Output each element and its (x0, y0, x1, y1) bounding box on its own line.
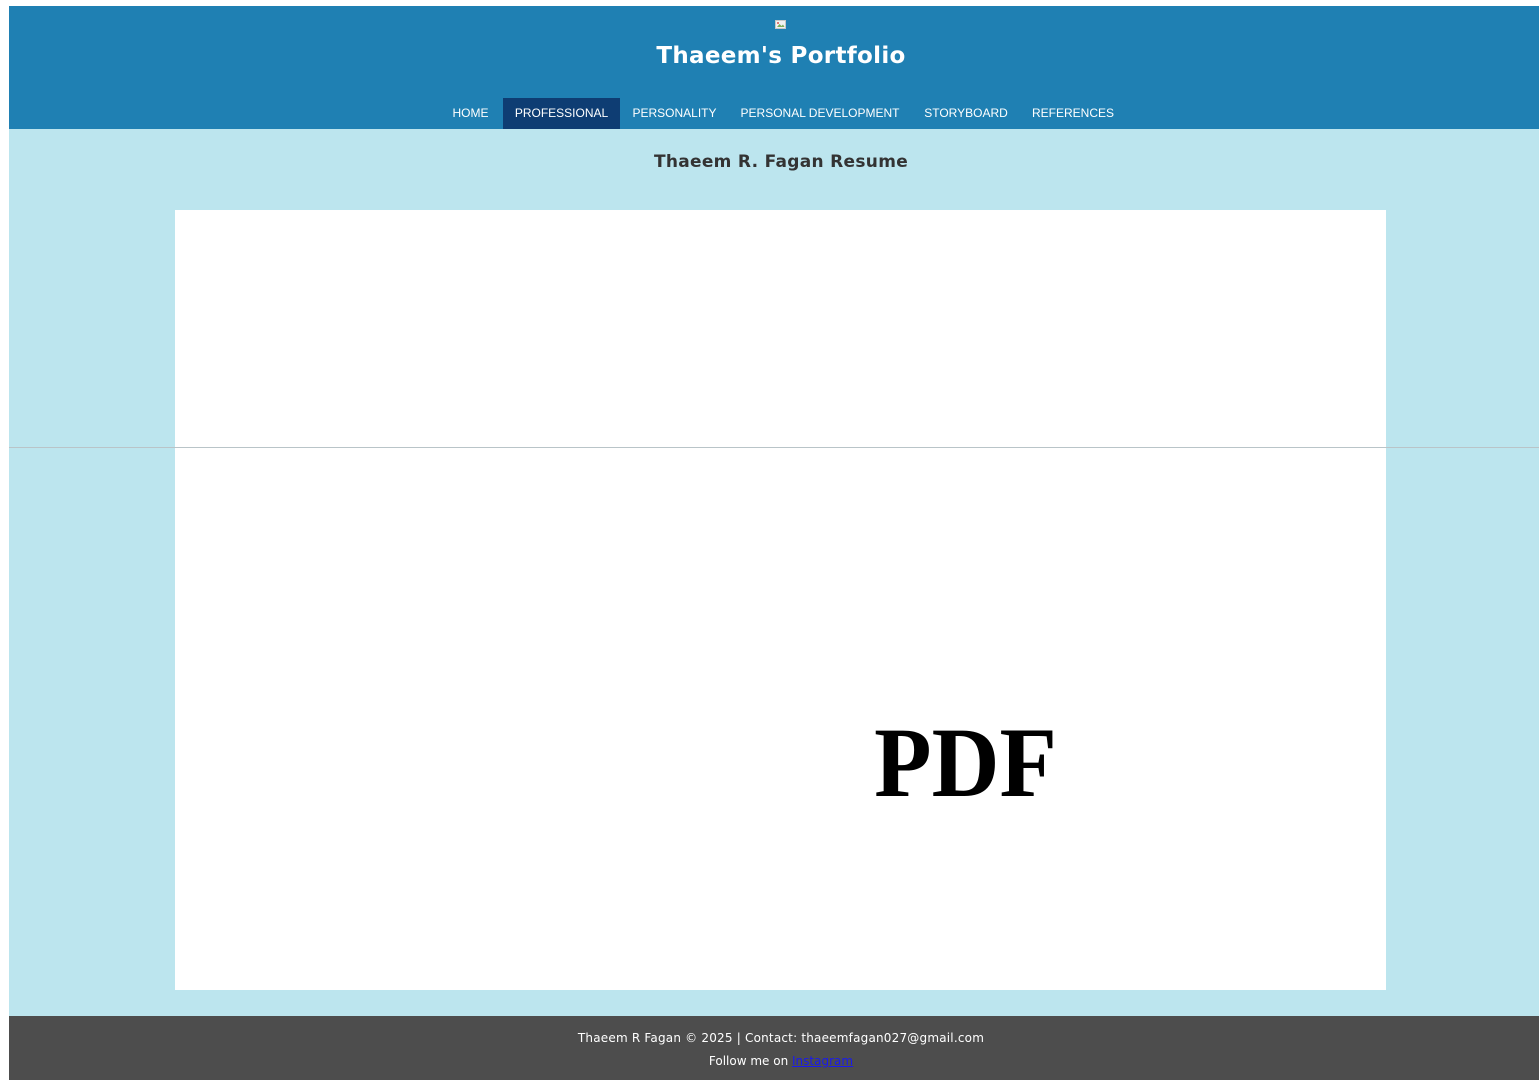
pdf-label: PDF (874, 707, 1057, 818)
footer-follow-text: Follow me on (708, 1054, 793, 1068)
page-title: Thaeem R. Fagan Resume (653, 152, 909, 172)
nav-storyboard[interactable]: STORYBOARD (916, 98, 1016, 129)
pdf-viewer[interactable]: PDF (175, 210, 1386, 990)
instagram-link[interactable]: Instagram (792, 1054, 853, 1068)
divider-line (9, 447, 1539, 448)
page-frame: Thaeem's Portfolio HOME PROFESSIONAL PER… (9, 6, 1539, 1080)
site-footer: Thaeem R Fagan © 2025 | Contact: thaeemf… (9, 1016, 1539, 1080)
nav-personal-development[interactable]: PERSONAL DEVELOPMENT (735, 98, 905, 129)
broken-image-icon (775, 20, 786, 29)
main-nav: HOME PROFESSIONAL PERSONALITY PERSONAL D… (9, 98, 1539, 129)
site-header: Thaeem's Portfolio HOME PROFESSIONAL PER… (9, 6, 1539, 129)
footer-follow: Follow me on Instagram (9, 1054, 1539, 1068)
nav-references[interactable]: REFERENCES (1026, 98, 1120, 129)
site-title: Thaeem's Portfolio (656, 43, 906, 69)
nav-professional[interactable]: PROFESSIONAL (503, 98, 620, 129)
nav-personality[interactable]: PERSONALITY (623, 98, 726, 129)
footer-copyright: Thaeem R Fagan © 2025 | Contact: thaeemf… (577, 1031, 985, 1045)
nav-home[interactable]: HOME (444, 98, 497, 129)
